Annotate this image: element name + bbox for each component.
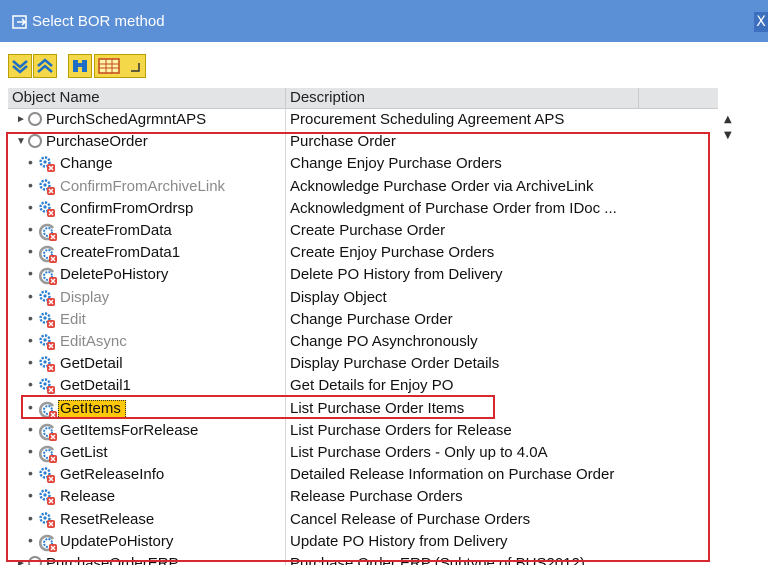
- dialog-icon: [12, 15, 27, 29]
- expand-all-icon: [12, 60, 28, 74]
- find-icon: [73, 60, 87, 72]
- expand-all-button[interactable]: [8, 54, 32, 78]
- close-icon: X: [756, 14, 766, 30]
- column-divider[interactable]: [638, 88, 639, 108]
- column-settings-icon: [98, 58, 140, 74]
- scroll-down-arrow[interactable]: ▼: [724, 130, 732, 141]
- getitems-highlight: [21, 395, 495, 419]
- column-settings-button[interactable]: [94, 54, 146, 78]
- window-titlebar: Select BOR method X: [0, 0, 768, 42]
- business-object-icon: [28, 112, 42, 126]
- column-divider[interactable]: [285, 88, 286, 108]
- collapse-all-button[interactable]: [33, 54, 57, 78]
- collapse-all-icon: [37, 58, 53, 73]
- grid-header: Object Name Description: [8, 88, 718, 109]
- close-button[interactable]: X: [754, 12, 768, 32]
- expand-node-icon[interactable]: ►: [16, 114, 26, 125]
- column-header-object-name[interactable]: Object Name: [12, 89, 100, 106]
- window-title: Select BOR method: [32, 13, 165, 30]
- object-name-cell[interactable]: PurchSchedAgrmntAPS: [46, 111, 206, 128]
- find-button[interactable]: [68, 54, 92, 78]
- purchase-order-highlight: [6, 132, 710, 562]
- tree-row[interactable]: ► PurchSchedAgrmntAPS Procurement Scheduli…: [8, 109, 718, 131]
- scroll-up-arrow[interactable]: ▲: [724, 114, 732, 125]
- column-header-description[interactable]: Description: [290, 89, 365, 106]
- description-cell[interactable]: Procurement Scheduling Agreement APS: [290, 111, 564, 128]
